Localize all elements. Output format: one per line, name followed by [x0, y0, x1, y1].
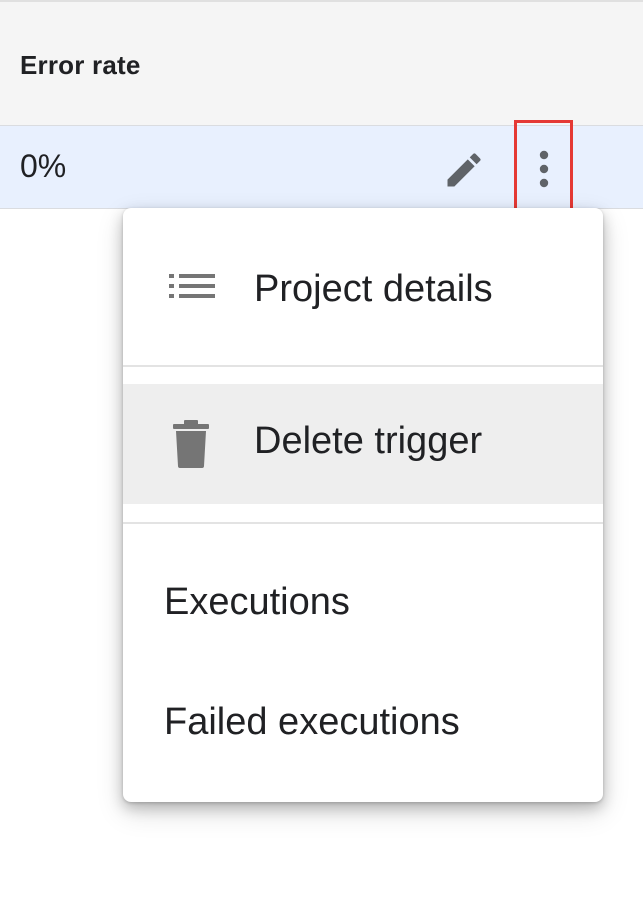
table-header: Error rate — [0, 0, 643, 126]
pencil-icon[interactable] — [442, 148, 486, 192]
menu-item-label: Delete trigger — [254, 420, 483, 462]
menu-divider — [123, 365, 603, 367]
menu-item-delete-trigger[interactable]: Delete trigger — [123, 384, 603, 504]
trash-icon — [171, 418, 211, 470]
more-vert-icon — [528, 145, 560, 193]
error-rate-value: 0% — [20, 148, 67, 184]
list-icon — [167, 268, 219, 308]
menu-item-failed-executions[interactable]: Failed executions — [123, 668, 603, 778]
actions-menu: Project details Delete trigger Execution… — [123, 208, 603, 802]
menu-item-label: Executions — [164, 581, 350, 623]
menu-item-label: Failed executions — [164, 701, 460, 743]
menu-item-executions[interactable]: Executions — [123, 548, 603, 658]
table-row[interactable]: 0% — [0, 120, 643, 217]
menu-divider — [123, 522, 603, 524]
menu-item-label: Project details — [254, 268, 493, 310]
column-header-error-rate: Error rate — [20, 50, 141, 80]
more-actions-button[interactable] — [514, 120, 573, 217]
menu-item-project-details[interactable]: Project details — [123, 230, 603, 350]
page: Error rate 0% Project details Delete tri… — [0, 0, 643, 915]
